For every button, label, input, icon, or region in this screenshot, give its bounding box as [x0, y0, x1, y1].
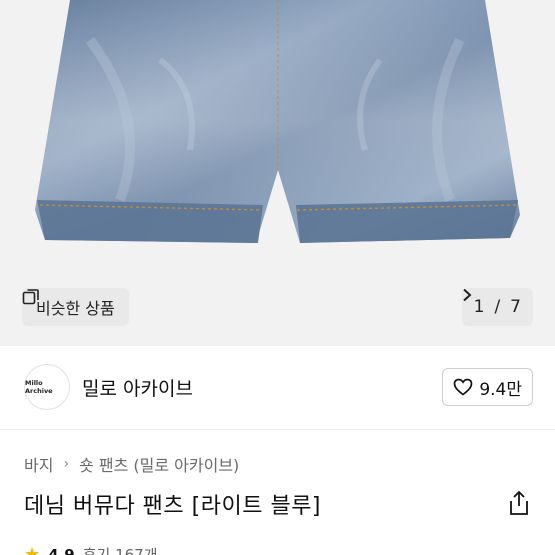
product-title: 데님 버뮤다 팬츠 [라이트 블루]	[24, 494, 322, 519]
rating-score: 4.9	[48, 545, 75, 555]
current-page: 1	[473, 297, 485, 317]
shop-avatar-text: Millo Archive	[25, 379, 53, 395]
similar-products-button[interactable]: 비슷한 상품	[22, 288, 129, 326]
star-icon: ★	[24, 544, 41, 555]
like-count: 9.4만	[479, 379, 522, 400]
shop-name[interactable]: 밀로 아카이브	[82, 374, 193, 401]
share-icon[interactable]	[507, 490, 531, 516]
image-counter[interactable]: 1 / 7	[461, 288, 533, 326]
breadcrumb-category[interactable]: 바지	[24, 452, 53, 476]
like-button[interactable]: 9.4만	[442, 368, 533, 406]
breadcrumb-subcategory[interactable]: 숏 팬츠 (밀로 아카이브)	[79, 452, 239, 476]
review-count: 후기 167개	[82, 546, 158, 555]
total-pages: 7	[510, 297, 521, 317]
product-image-gallery[interactable]: 비슷한 상품 1 / 7	[0, 0, 555, 346]
chevron-right-icon: ›	[63, 456, 70, 472]
rating-row[interactable]: ★ 4.9 후기 167개	[24, 544, 158, 555]
heart-icon	[453, 378, 473, 396]
shop-avatar[interactable]: Millo Archive	[24, 364, 70, 410]
similar-products-label: 비슷한 상품	[36, 299, 115, 318]
breadcrumb: 바지 › 숏 팬츠 (밀로 아카이브)	[24, 452, 239, 476]
copy-icon	[22, 289, 39, 305]
chevron-right-icon	[462, 288, 472, 302]
shop-row[interactable]: Millo Archive 밀로 아카이브 9.4만	[0, 346, 555, 430]
page-separator: /	[494, 297, 501, 317]
